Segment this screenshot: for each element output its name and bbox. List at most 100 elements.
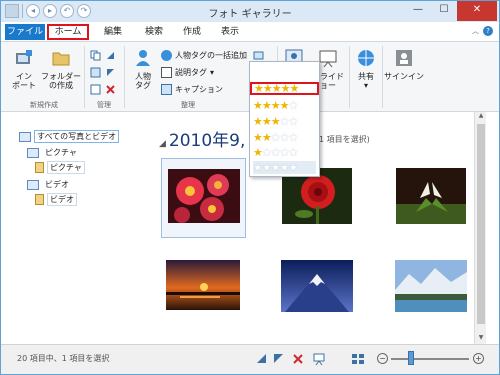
tree-item-videos-sub[interactable]: ビデオ xyxy=(35,193,77,206)
help-icon[interactable]: ? xyxy=(483,26,493,36)
slideshow-icon[interactable] xyxy=(312,352,326,366)
photo-mount-fuji xyxy=(281,260,353,312)
rating-1-star[interactable]: ★ ★★★★ xyxy=(253,146,298,159)
divider xyxy=(124,46,125,108)
delete-icon[interactable] xyxy=(105,84,116,95)
import-icon xyxy=(16,50,32,64)
tree-item-pictures-sub[interactable]: ピクチャ xyxy=(35,161,85,174)
paste-icon[interactable] xyxy=(90,67,101,78)
tree-item-pictures[interactable]: ピクチャ xyxy=(27,146,80,159)
rotate-right-icon[interactable] xyxy=(272,352,286,366)
people-tag-button[interactable]: 人物 タグ xyxy=(128,48,158,90)
tree-item-label: ビデオ xyxy=(47,193,77,206)
rating-0-stars[interactable]: ★★★★★ xyxy=(253,161,316,174)
signin-label: サインイン xyxy=(384,72,424,81)
ribbon-tabs: ファイル ホーム 編集 検索 作成 表示 ︿ ? xyxy=(1,22,499,41)
photo-thumbnail[interactable] xyxy=(161,250,246,330)
photo-thumbnail[interactable] xyxy=(389,250,474,330)
zoom-slider-track[interactable] xyxy=(391,358,469,360)
people-tag-label-1: 人物 xyxy=(135,72,151,81)
minimize-ribbon-icon[interactable]: ︿ xyxy=(472,26,479,36)
rotate-left-icon[interactable] xyxy=(255,352,269,366)
slideshow-icon xyxy=(319,50,337,68)
tab-create[interactable]: 作成 xyxy=(176,24,208,40)
scrollbar-thumb[interactable] xyxy=(477,124,485,324)
share-button[interactable]: 共有 ▾ xyxy=(353,48,379,90)
copy-icon[interactable] xyxy=(90,50,101,61)
window-controls: — ☐ ✕ xyxy=(405,1,497,21)
rating-5-stars[interactable]: ★★★★★ xyxy=(250,82,319,95)
batch-people-tag-label: 人物タグの一括追加 xyxy=(175,51,247,60)
new-folder-label-1: フォルダー xyxy=(41,72,81,81)
rating-4-stars[interactable]: ★★★★ ★ xyxy=(253,99,298,112)
vertical-scrollbar[interactable]: ▲ ▼ xyxy=(474,112,486,344)
tab-search[interactable]: 検索 xyxy=(138,24,170,40)
rating-2-stars[interactable]: ★★ ★★★ xyxy=(253,131,298,144)
tree-item-videos[interactable]: ビデオ xyxy=(27,178,72,191)
group-label-manage: 管理 xyxy=(97,101,111,109)
chevron-down-icon: ▾ xyxy=(363,81,368,90)
rating-3-stars[interactable]: ★★★ ★★ xyxy=(253,115,298,128)
flag-icon[interactable] xyxy=(253,50,264,61)
group-label-organize: 整理 xyxy=(181,101,195,109)
tree-item-label: ピクチャ xyxy=(47,161,85,174)
thumbnail-view-icon[interactable] xyxy=(351,352,365,366)
photos-icon xyxy=(19,131,31,142)
tab-home[interactable]: ホーム xyxy=(47,24,89,40)
rotate-right-icon[interactable] xyxy=(105,67,116,78)
photo-thumbnail[interactable] xyxy=(161,158,246,238)
photo-thumbnail[interactable] xyxy=(389,158,474,238)
group-label-new: 新規作成 xyxy=(30,101,58,109)
date-group-header[interactable]: ◢ 2010年9, xyxy=(159,126,245,151)
close-button[interactable]: ✕ xyxy=(457,1,497,21)
caption-icon xyxy=(161,84,172,95)
maximize-button[interactable]: ☐ xyxy=(431,1,457,21)
delete-icon[interactable] xyxy=(291,352,305,366)
batch-people-tag-button[interactable]: 人物タグの一括追加 xyxy=(161,50,247,61)
globe-icon xyxy=(358,50,374,66)
photo-white-lily xyxy=(396,168,466,224)
people-icon xyxy=(161,50,172,61)
divider xyxy=(382,46,383,108)
people-tag-label-2: タグ xyxy=(135,81,151,90)
tree-item-all[interactable]: すべての写真とビデオ xyxy=(19,130,120,143)
collapse-icon[interactable]: ◢ xyxy=(159,139,166,149)
date-header-label: 2010年9, xyxy=(168,131,246,151)
rotate-left-icon[interactable] xyxy=(105,50,116,61)
scroll-up-icon[interactable]: ▲ xyxy=(475,112,487,122)
minimize-button[interactable]: — xyxy=(405,1,431,21)
description-tag-button[interactable]: 説明タグ ▾ xyxy=(161,67,214,78)
import-button[interactable]: イン ポート xyxy=(9,48,39,90)
folder-icon xyxy=(35,194,44,205)
import-label-2: ポート xyxy=(12,81,36,90)
selection-count: 1 項目を選択) xyxy=(319,135,370,144)
import-label-1: イン xyxy=(16,72,32,81)
properties-icon[interactable] xyxy=(90,84,101,95)
zoom-out-icon[interactable]: − xyxy=(377,353,388,364)
rating-dropdown: ★★★★★ ★★★★ ★ ★★★ ★★ ★★ ★★★ ★ ★★★★ ★★★★★ xyxy=(249,61,320,177)
signin-button[interactable]: サインイン xyxy=(384,48,424,81)
caption-button[interactable]: キャプション xyxy=(161,84,223,95)
tab-view[interactable]: 表示 xyxy=(214,24,246,40)
tab-file[interactable]: ファイル xyxy=(5,24,45,40)
zoom-slider-thumb[interactable] xyxy=(408,351,414,365)
signin-icon xyxy=(396,50,412,66)
caption-label: キャプション xyxy=(175,85,223,94)
new-folder-button[interactable]: フォルダー の作成 xyxy=(41,48,81,90)
photo-thumbnail[interactable] xyxy=(275,250,360,330)
tab-edit[interactable]: 編集 xyxy=(97,24,129,40)
person-icon xyxy=(136,50,150,66)
share-label: 共有 xyxy=(358,72,374,81)
photo-pink-flowers xyxy=(168,169,240,223)
navigation-tree: すべての写真とビデオ ピクチャ ピクチャ ビデオ ビデオ xyxy=(1,112,151,344)
tree-item-label: ビデオ xyxy=(45,180,69,189)
zoom-in-icon[interactable]: + xyxy=(473,353,484,364)
status-text: 20 項目中、1 項目を選択 xyxy=(17,354,110,363)
tree-item-label: すべての写真とビデオ xyxy=(34,130,120,143)
divider xyxy=(84,46,85,108)
tree-item-label: ピクチャ xyxy=(45,148,77,157)
new-folder-label-2: の作成 xyxy=(49,81,73,90)
scroll-down-icon[interactable]: ▼ xyxy=(475,334,487,344)
photo-mountain-lake xyxy=(395,260,467,312)
pictures-folder-icon xyxy=(27,147,39,158)
